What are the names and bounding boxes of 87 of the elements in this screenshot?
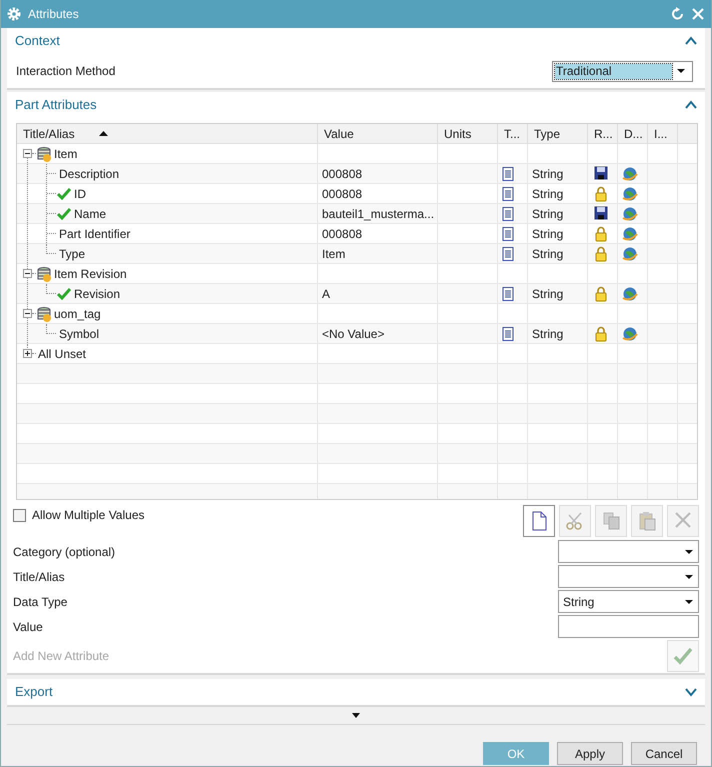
- table-cell-text: A: [322, 286, 330, 302]
- globe-icon: [622, 186, 638, 202]
- document-icon: [502, 186, 514, 200]
- window-title: Attributes: [28, 6, 79, 23]
- globe-icon: [622, 326, 638, 342]
- table-cell-text: String: [532, 326, 564, 342]
- copy-icon: [601, 510, 621, 532]
- expand-icon[interactable]: [685, 687, 697, 697]
- tree-item[interactable]: Item: [54, 144, 78, 162]
- table-cell-text: String: [532, 246, 564, 262]
- globe-icon: [622, 286, 638, 302]
- dropdown[interactable]: [558, 540, 699, 563]
- document-icon: [502, 206, 514, 220]
- table-cell-text: String: [532, 286, 564, 302]
- tree-item[interactable]: ID: [74, 184, 86, 202]
- column-header[interactable]: Type: [534, 124, 560, 142]
- table-cell-text: Item: [322, 246, 346, 262]
- document-icon: [502, 246, 514, 260]
- tree-item[interactable]: Item Revision: [54, 264, 127, 282]
- field-label: Title/Alias: [13, 568, 65, 586]
- caret-icon: [685, 574, 693, 578]
- column-header[interactable]: I...: [654, 124, 668, 142]
- column-header[interactable]: Value: [324, 124, 354, 142]
- input-field[interactable]: [558, 615, 699, 638]
- more-icon[interactable]: [352, 713, 360, 718]
- close-icon[interactable]: [691, 7, 705, 21]
- dropdown[interactable]: [558, 565, 699, 588]
- tree-item[interactable]: uom_tag: [54, 304, 101, 322]
- database-icon: [36, 266, 52, 282]
- reset-icon[interactable]: [671, 7, 685, 21]
- tree-item[interactable]: Revision: [74, 284, 120, 302]
- table-cell-text: 000808: [322, 166, 362, 182]
- new-button[interactable]: [523, 505, 555, 537]
- field-label: Data Type: [13, 594, 68, 610]
- caret-icon: [685, 600, 693, 604]
- section-title[interactable]: Context: [15, 31, 60, 51]
- tree-item[interactable]: Type: [59, 244, 86, 262]
- tree-item[interactable]: Description: [59, 164, 120, 182]
- document-icon: [502, 166, 514, 180]
- table-cell-text: String: [532, 226, 564, 242]
- tree-item[interactable]: All Unset: [38, 344, 86, 362]
- column-header[interactable]: D...: [624, 124, 643, 142]
- gear-icon: [7, 7, 21, 21]
- database-icon: [36, 146, 52, 162]
- collapse-icon[interactable]: [685, 100, 697, 110]
- clipboard-icon: [637, 510, 657, 532]
- table-cell-text: bauteil1_musterma...: [322, 206, 434, 222]
- table-cell-text: 000808: [322, 186, 362, 202]
- checkmark-icon: [673, 647, 693, 665]
- column-header[interactable]: T...: [504, 124, 520, 142]
- field-label: Value: [13, 618, 43, 636]
- document-icon: [502, 326, 514, 340]
- section-title[interactable]: Part Attributes: [15, 95, 97, 115]
- database-icon: [36, 306, 52, 322]
- tree-item[interactable]: Part Identifier: [59, 224, 130, 242]
- column-header[interactable]: Units: [444, 124, 472, 142]
- collapse-toggle[interactable]: [23, 309, 32, 318]
- globe-icon: [622, 226, 638, 242]
- table-cell-text: <No Value>: [322, 326, 384, 342]
- document-icon: [502, 226, 514, 240]
- tree-item[interactable]: Symbol: [59, 324, 100, 342]
- column-header[interactable]: R...: [594, 124, 613, 142]
- collapse-toggle[interactable]: [23, 269, 32, 278]
- collapse-icon[interactable]: [685, 36, 697, 46]
- field-label: Category (optional): [13, 544, 116, 560]
- globe-icon: [622, 246, 638, 262]
- dialog-button[interactable]: Apply: [557, 742, 623, 765]
- dialog-button[interactable]: Cancel: [631, 742, 697, 765]
- checkbox-label[interactable]: Allow Multiple Values: [32, 506, 144, 524]
- document-icon: [502, 286, 514, 300]
- caret-icon: [685, 550, 693, 554]
- dropdown[interactable]: String: [558, 590, 699, 613]
- column-header[interactable]: Title/Alias: [23, 124, 75, 142]
- caret-icon: [677, 69, 685, 73]
- globe-icon: [622, 206, 638, 222]
- tree-item[interactable]: Name: [74, 204, 106, 222]
- checkbox[interactable]: [13, 508, 26, 522]
- interaction-method-dropdown[interactable]: Traditional: [552, 60, 693, 82]
- table-cell-text: 000808: [322, 226, 362, 242]
- table-cell-text: String: [532, 166, 564, 182]
- section-title[interactable]: Export: [15, 682, 53, 702]
- field-label: Interaction Method: [16, 63, 116, 80]
- collapse-toggle[interactable]: [23, 149, 32, 158]
- expand-toggle[interactable]: [23, 349, 32, 358]
- table-cell-text: String: [532, 186, 564, 202]
- table-cell-text: String: [532, 206, 564, 222]
- globe-icon: [622, 166, 638, 182]
